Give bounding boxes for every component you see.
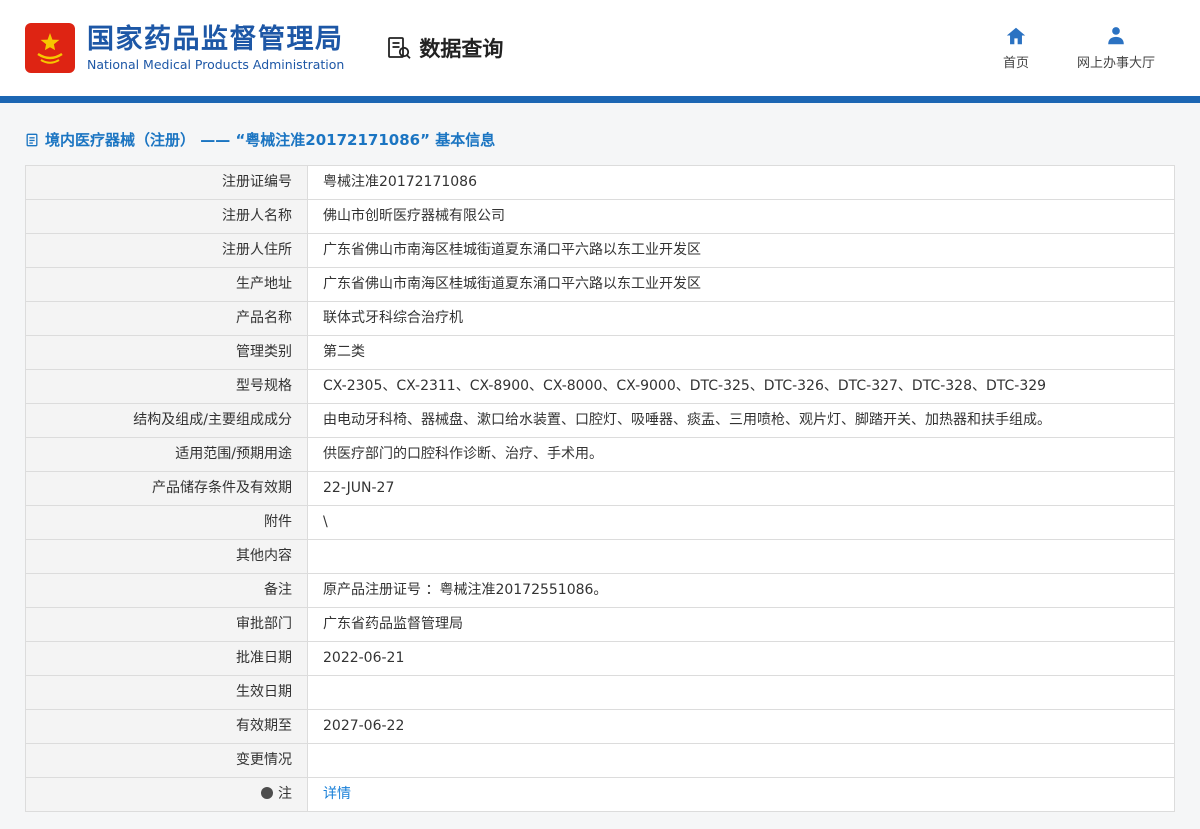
field-value: 佛山市创昕医疗器械有限公司 [307,199,1175,234]
field-value: 22-JUN-27 [307,471,1175,506]
field-value [307,539,1175,574]
field-value: 详情 [307,777,1175,812]
data-query-label: 数据查询 [419,37,504,61]
table-row: 注册证编号 粤械注准20172171086 [25,165,1175,200]
field-value: 粤械注准20172171086 [307,165,1175,200]
field-label: 适用范围/预期用途 [25,437,308,472]
field-value: 联体式牙科综合治疗机 [307,301,1175,336]
table-row: 其他内容 [25,539,1175,574]
table-row: 批准日期 2022-06-21 [25,641,1175,676]
org-names: 国家药品监督管理局 National Medical Products Admi… [87,24,344,72]
brand: 国家药品监督管理局 National Medical Products Admi… [25,23,344,73]
registration-info-table: 注册证编号 粤械注准20172171086 注册人名称 佛山市创昕医疗器械有限公司 注册… [25,165,1175,812]
header-nav: 首页 网上办事大厅 [1003,25,1155,71]
detail-link[interactable]: 详情 [323,786,351,802]
table-row: 注册人住所 广东省佛山市南海区桂城街道夏东涌口平六路以东工业开发区 [25,233,1175,268]
table-row: 注详情 [25,777,1175,812]
nav-online-hall-label: 网上办事大厅 [1076,56,1155,71]
table-row: 注册人名称 佛山市创昕医疗器械有限公司 [25,199,1175,234]
page-title-text: 境内医疗器械（注册） —— “粤械注准20172171086” 基本信息 [45,131,496,149]
field-value: CX-2305、CX-2311、CX-8900、CX-8000、CX-9000、… [307,369,1175,404]
table-row: 管理类别 第二类 [25,335,1175,370]
field-label: 产品名称 [25,301,308,336]
table-row: 有效期至 2027-06-22 [25,709,1175,744]
field-value [307,675,1175,710]
field-label: 管理类别 [25,335,308,370]
field-value: 供医疗部门的口腔科作诊断、治疗、手术用。 [307,437,1175,472]
document-icon [25,133,39,147]
nmpa-emblem-logo[interactable] [25,23,75,73]
nav-home[interactable]: 首页 [1003,25,1029,71]
field-value: 由电动牙科椅、器械盘、漱口给水装置、口腔灯、吸唾器、痰盂、三用喷枪、观片灯、脚踏… [307,403,1175,438]
home-icon [1005,25,1027,47]
table-row: 结构及组成/主要组成成分 由电动牙科椅、器械盘、漱口给水装置、口腔灯、吸唾器、痰盂… [25,403,1175,438]
table-row: 审批部门 广东省药品监督管理局 [25,607,1175,642]
field-label: 审批部门 [25,607,308,642]
field-label: 注册人住所 [25,233,308,268]
field-value: \ [307,505,1175,540]
field-label: 批准日期 [25,641,308,676]
table-row: 型号规格 CX-2305、CX-2311、CX-8900、CX-8000、CX-9… [25,369,1175,404]
field-value: 第二类 [307,335,1175,370]
field-label: 生产地址 [25,267,308,302]
field-label: 注册证编号 [25,165,308,200]
field-label: 型号规格 [25,369,308,404]
table-row: 变更情况 [25,743,1175,778]
field-value: 广东省佛山市南海区桂城街道夏东涌口平六路以东工业开发区 [307,267,1175,302]
note-circle-icon [261,787,273,799]
field-label: 有效期至 [25,709,308,744]
field-label: 产品储存条件及有效期 [25,471,308,506]
header-divider-bar [0,96,1200,103]
main-content: 境内医疗器械（注册） —— “粤械注准20172171086” 基本信息 注册证… [0,103,1200,822]
user-icon [1105,25,1127,47]
nav-home-label: 首页 [1002,56,1029,71]
table-row: 产品名称 联体式牙科综合治疗机 [25,301,1175,336]
field-label: 备注 [25,573,308,608]
table-row: 产品储存条件及有效期 22-JUN-27 [25,471,1175,506]
table-row: 备注 原产品注册证号 ：粤械注准20172551086。 [25,573,1175,608]
org-name-en: National Medical Products Administration [87,57,345,73]
nav-online-hall[interactable]: 网上办事大厅 [1077,25,1155,71]
field-value: 2022-06-21 [307,641,1175,676]
field-value: 2027-06-22 [307,709,1175,744]
data-query-title: 数据查询 [386,33,503,63]
field-label: 其他内容 [25,539,308,574]
field-label: 附件 [25,505,308,540]
field-label: 注册人名称 [25,199,308,234]
table-row: 生效日期 [25,675,1175,710]
field-value: 广东省药品监督管理局 [307,607,1175,642]
field-value [307,743,1175,778]
field-label: 注 [25,777,308,812]
field-value: 广东省佛山市南海区桂城街道夏东涌口平六路以东工业开发区 [307,233,1175,268]
site-header: 国家药品监督管理局 National Medical Products Admi… [0,0,1200,96]
table-row: 生产地址 广东省佛山市南海区桂城街道夏东涌口平六路以东工业开发区 [25,267,1175,302]
org-name-cn: 国家药品监督管理局 [87,23,344,55]
page-title: 境内医疗器械（注册） —— “粤械注准20172171086” 基本信息 [25,129,1175,150]
national-emblem-icon [25,23,75,73]
table-row: 适用范围/预期用途 供医疗部门的口腔科作诊断、治疗、手术用。 [25,437,1175,472]
field-label: 生效日期 [25,675,308,710]
field-label: 结构及组成/主要组成成分 [25,403,308,438]
table-row: 附件 \ [25,505,1175,540]
field-label: 变更情况 [25,743,308,778]
field-value: 原产品注册证号 ：粤械注准20172551086。 [307,573,1175,608]
document-search-icon [386,35,412,61]
